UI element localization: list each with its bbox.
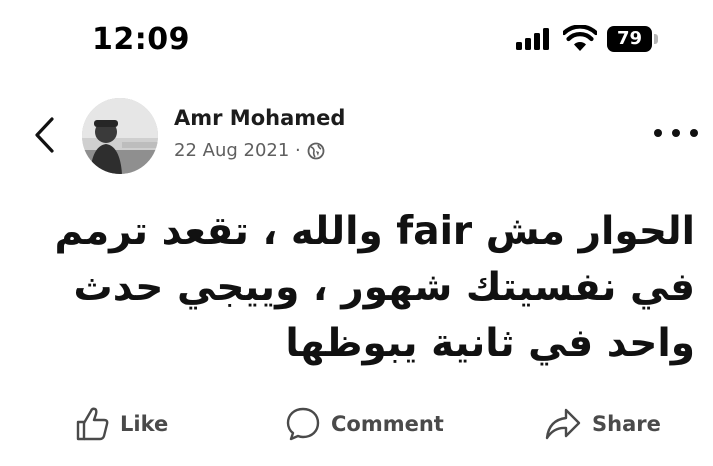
comment-button[interactable]: Comment xyxy=(285,404,444,444)
author-name[interactable]: Amr Mohamed xyxy=(174,106,345,130)
wifi-icon xyxy=(563,25,597,51)
post-date: 22 Aug 2021 · xyxy=(174,140,301,161)
post-text: الحوار مش fair والله ، تقعد ترمم في نفسي… xyxy=(54,209,695,366)
more-dot-icon xyxy=(690,129,698,137)
avatar-image xyxy=(82,98,158,174)
like-button[interactable]: Like xyxy=(74,404,168,444)
battery-level: 79 xyxy=(616,28,643,49)
thumbs-up-icon xyxy=(76,407,109,441)
post-actions: Like Comment Share xyxy=(0,396,713,452)
globe-icon xyxy=(307,142,325,159)
like-label: Like xyxy=(120,412,169,436)
status-bar: 12:09 79 xyxy=(0,0,713,80)
more-options-button[interactable] xyxy=(654,118,698,148)
post-meta: 22 Aug 2021 · xyxy=(174,140,325,161)
share-button[interactable]: Share xyxy=(544,404,661,444)
speech-bubble-icon xyxy=(286,407,320,441)
avatar[interactable] xyxy=(82,98,158,174)
status-time: 12:09 xyxy=(92,22,190,57)
chevron-left-icon xyxy=(35,117,54,153)
cellular-signal-icon xyxy=(516,28,549,50)
comment-label: Comment xyxy=(331,412,444,436)
share-arrow-icon xyxy=(545,408,581,440)
back-button[interactable] xyxy=(26,112,62,158)
battery-icon: 79 xyxy=(607,26,658,52)
share-label: Share xyxy=(592,412,661,436)
more-dot-icon xyxy=(654,129,662,137)
more-dot-icon xyxy=(672,129,680,137)
